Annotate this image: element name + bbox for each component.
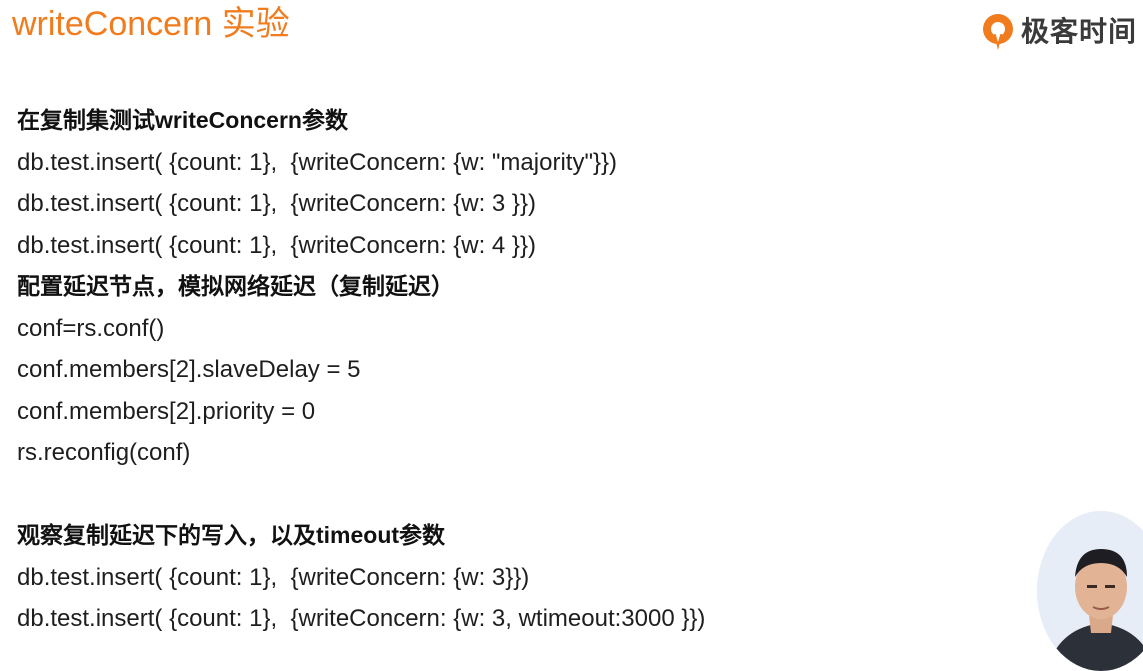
code-line: conf=rs.conf() — [17, 314, 165, 342]
section-heading-timeout: 观察复制延迟下的写入，以及timeout参数 — [17, 522, 446, 548]
code-line: db.test.insert( {count: 1}, {writeConcer… — [17, 148, 617, 176]
slide-title: writeConcern 实验 — [12, 5, 290, 43]
code-line: conf.members[2].priority = 0 — [17, 397, 316, 425]
code-line: rs.reconfig(conf) — [17, 439, 191, 466]
geektime-logo-icon — [982, 14, 1013, 50]
code-line: conf.members[2].slaveDelay = 5 — [17, 356, 361, 383]
brand-name: 极客时间 — [1020, 16, 1137, 47]
code-line: db.test.insert( {count: 1}, {writeConcer… — [17, 605, 706, 632]
presenter-webcam — [1037, 511, 1143, 671]
code-line: db.test.insert( {count: 1}, {writeConcer… — [17, 563, 530, 591]
code-line: db.test.insert( {count: 1}, {writeConcer… — [17, 231, 536, 259]
slide-content: 在复制集测试writeConcern参数 db.test.insert( {co… — [17, 100, 1017, 640]
section-heading-delay-node: 配置延迟节点，模拟网络延迟（复制延迟） — [17, 273, 454, 299]
code-line: db.test.insert( {count: 1}, {writeConcer… — [17, 190, 536, 217]
brand-logo: 极客时间 — [981, 12, 1137, 52]
presenter-webcam-icon — [1037, 511, 1143, 671]
section-heading-replica-test: 在复制集测试writeConcern参数 — [17, 107, 348, 133]
